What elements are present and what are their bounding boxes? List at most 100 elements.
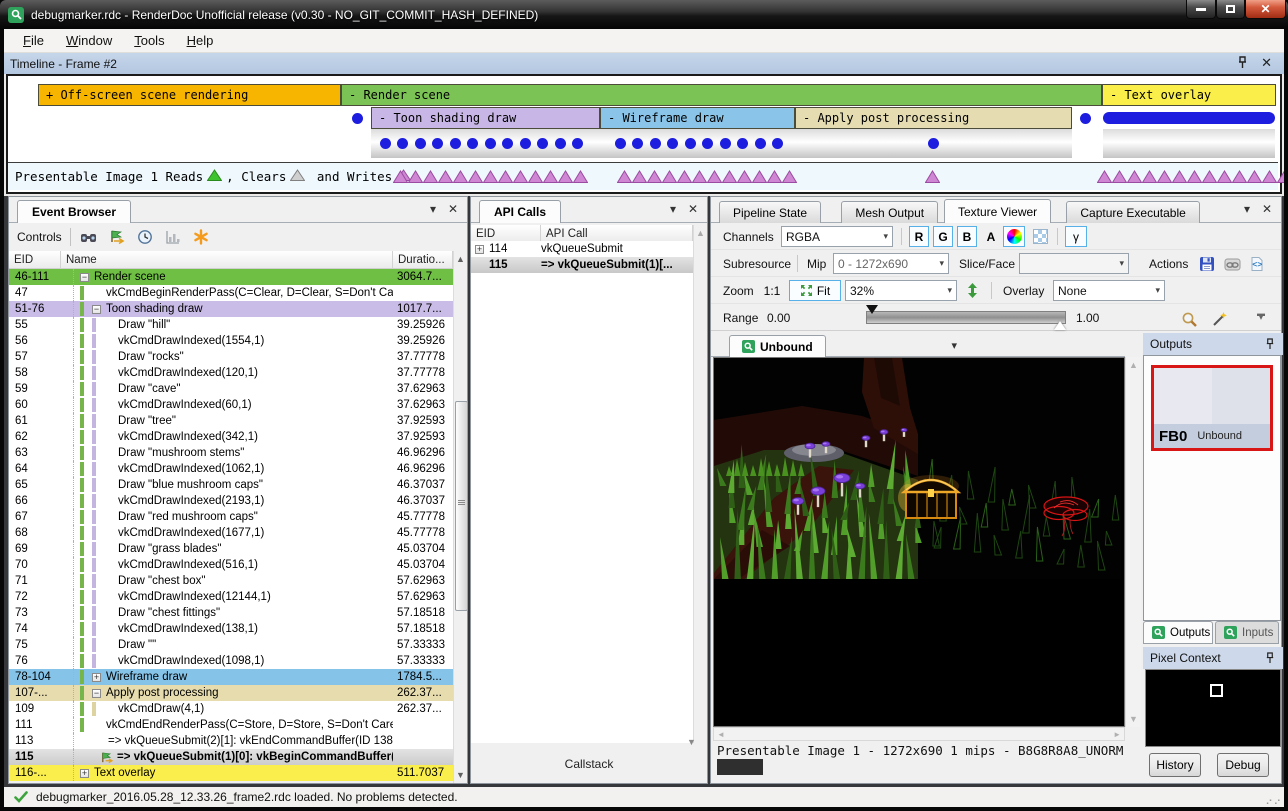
event-row[interactable]: 47vkCmdBeginRenderPass(C=Clear, D=Clear,…	[9, 285, 453, 301]
outputs-pin-icon[interactable]	[1265, 338, 1275, 353]
event-row[interactable]: 55Draw "hill"39.25926	[9, 317, 453, 333]
maximize-button[interactable]	[1216, 0, 1245, 19]
event-browser-close-icon[interactable]: ✕	[445, 202, 461, 216]
event-row[interactable]: 76vkCmdDrawIndexed(1098,1)57.33333	[9, 653, 453, 669]
range-black-handle[interactable]	[866, 305, 878, 314]
api-call-row[interactable]: +114vkQueueSubmit	[471, 241, 693, 257]
expander-icon[interactable]: +	[475, 245, 484, 254]
api-calls-close-icon[interactable]: ✕	[685, 202, 701, 216]
event-row[interactable]: 60vkCmdDrawIndexed(60,1)37.62963	[9, 397, 453, 413]
timeline-marker[interactable]: - Text overlay	[1102, 84, 1276, 106]
texture-hscrollbar[interactable]: ◄►	[713, 727, 1125, 741]
channel-g-button[interactable]: G	[933, 226, 953, 247]
event-row[interactable]: 66vkCmdDrawIndexed(2193,1)46.37037	[9, 493, 453, 509]
close-button[interactable]: ✕	[1245, 0, 1286, 19]
expander-icon[interactable]: +	[80, 769, 89, 778]
timeline-event-dot[interactable]	[720, 138, 731, 149]
custom-visualisation-button[interactable]	[1003, 226, 1025, 247]
expander-icon[interactable]: −	[92, 305, 101, 314]
debug-button[interactable]: Debug	[1217, 753, 1269, 777]
channel-a-button[interactable]: A	[981, 226, 1001, 247]
timeline-panel-header[interactable]: Timeline - Frame #2 ✕	[4, 53, 1284, 74]
texture-image-view[interactable]	[713, 357, 1125, 727]
event-row[interactable]: 58vkCmdDrawIndexed(120,1)37.77778	[9, 365, 453, 381]
open-link-icon[interactable]	[1222, 254, 1242, 274]
time-durations-icon[interactable]	[135, 227, 155, 247]
zoom-1to1-button[interactable]: 1:1	[759, 280, 785, 301]
event-row[interactable]: 70vkCmdDrawIndexed(516,1)45.03704	[9, 557, 453, 573]
event-row[interactable]: 59Draw "cave"37.62963	[9, 381, 453, 397]
event-row[interactable]: 67Draw "red mushroom caps"45.77778	[9, 509, 453, 525]
timeline-event-dot[interactable]	[1080, 113, 1091, 124]
bookmark-icon[interactable]	[191, 227, 211, 247]
event-row[interactable]: 46-111−Render scene3064.7...	[9, 269, 453, 285]
menu-tools[interactable]: Tools	[125, 30, 173, 51]
zoom-fit-button[interactable]: Fit	[789, 280, 841, 301]
event-row[interactable]: 69Draw "grass blades"45.03704	[9, 541, 453, 557]
timeline-marker[interactable]: - Apply post processing	[795, 107, 1072, 129]
channel-b-button[interactable]: B	[957, 226, 977, 247]
mip-combo[interactable]: 0 - 1272x690▾	[833, 253, 949, 274]
tab-capture-executable[interactable]: Capture Executable	[1066, 201, 1199, 223]
event-row[interactable]: 61Draw "tree"37.92593	[9, 413, 453, 429]
gamma-button[interactable]: γ	[1065, 226, 1087, 247]
timeline-event-dot[interactable]	[450, 138, 461, 149]
menu-file[interactable]: File	[14, 30, 53, 51]
range-overflow-icon[interactable]: ▬▾	[1257, 312, 1265, 320]
timeline-event-dot[interactable]	[352, 113, 363, 124]
event-row[interactable]: 51-76−Toon shading draw1017.7...	[9, 301, 453, 317]
event-row[interactable]: 113=> vkQueueSubmit(2)[1]: vkEndCommandB…	[9, 733, 453, 749]
timeline-event-dot[interactable]	[615, 138, 626, 149]
event-row[interactable]: 115=> vkQueueSubmit(1)[0]: vkBeginComman…	[9, 749, 453, 765]
event-row[interactable]: 74vkCmdDrawIndexed(138,1)57.18518	[9, 621, 453, 637]
column-header-duration[interactable]: Duratio...	[393, 251, 453, 269]
minimize-button[interactable]	[1186, 0, 1216, 19]
menu-window[interactable]: Window	[57, 30, 121, 51]
timeline-event-dot[interactable]	[537, 138, 548, 149]
event-row[interactable]: 57Draw "rocks"37.77778	[9, 349, 453, 365]
find-icon[interactable]	[79, 227, 99, 247]
callstack-splitter-icon[interactable]: ▼	[687, 737, 696, 747]
tab-unbound-texture[interactable]: Unbound	[729, 335, 826, 357]
tab-mesh-output[interactable]: Mesh Output	[841, 201, 938, 223]
timeline-event-dot[interactable]	[502, 138, 513, 149]
tab-texture-viewer[interactable]: Texture Viewer	[944, 199, 1051, 223]
event-row[interactable]: 73Draw "chest fittings"57.18518	[9, 605, 453, 621]
tab-outputs[interactable]: Outputs	[1143, 621, 1213, 644]
texture-vscrollbar[interactable]: ▲ ▼	[1125, 357, 1141, 727]
timeline-event-dot[interactable]	[397, 138, 408, 149]
timeline-event-dot[interactable]	[432, 138, 443, 149]
menu-help[interactable]: Help	[178, 30, 223, 51]
timeline-event-dot[interactable]	[467, 138, 478, 149]
timeline-event-dot[interactable]	[772, 138, 783, 149]
timeline-event-dot[interactable]	[380, 138, 391, 149]
right-panel-close-icon[interactable]: ✕	[1259, 202, 1275, 216]
event-row[interactable]: 78-104+Wireframe draw1784.5...	[9, 669, 453, 685]
timeline-event-pill[interactable]	[1103, 112, 1275, 124]
timeline-marker[interactable]: - Toon shading draw	[371, 107, 600, 129]
column-header-name[interactable]: Name	[61, 251, 393, 269]
event-browser-menu-icon[interactable]: ▾	[425, 202, 441, 216]
tab-api-calls[interactable]: API Calls	[479, 200, 561, 223]
event-row[interactable]: 64vkCmdDrawIndexed(1062,1)46.96296	[9, 461, 453, 477]
event-row[interactable]: 63Draw "mushroom stems"46.96296	[9, 445, 453, 461]
timeline-event-dot[interactable]	[485, 138, 496, 149]
event-row[interactable]: 62vkCmdDrawIndexed(342,1)37.92593	[9, 429, 453, 445]
timeline-event-dot[interactable]	[632, 138, 643, 149]
event-row[interactable]: 75Draw ""57.33333	[9, 637, 453, 653]
api-calls-scrollbar[interactable]: ▲	[693, 225, 707, 743]
timeline-close-icon[interactable]: ✕	[1261, 55, 1272, 71]
timeline-event-dot[interactable]	[928, 138, 939, 149]
timeline-marker[interactable]: - Render scene	[341, 84, 1102, 106]
alpha-background-button[interactable]	[1029, 226, 1051, 247]
range-slider[interactable]	[866, 311, 1066, 324]
scroll-up-icon[interactable]: ▲	[454, 251, 467, 267]
goto-event-icon[interactable]	[107, 227, 127, 247]
event-row[interactable]: 107-...−Apply post processing262.37...	[9, 685, 453, 701]
timeline-marker[interactable]: - Wireframe draw	[600, 107, 795, 129]
expander-icon[interactable]: −	[92, 689, 101, 698]
resize-grip[interactable]: ⡠⡠	[1265, 794, 1282, 805]
right-panel-menu-icon[interactable]: ▾	[1239, 202, 1255, 216]
framebuffer-thumbnail[interactable]: FB0 Unbound	[1151, 365, 1273, 451]
timeline-event-dot[interactable]	[667, 138, 678, 149]
